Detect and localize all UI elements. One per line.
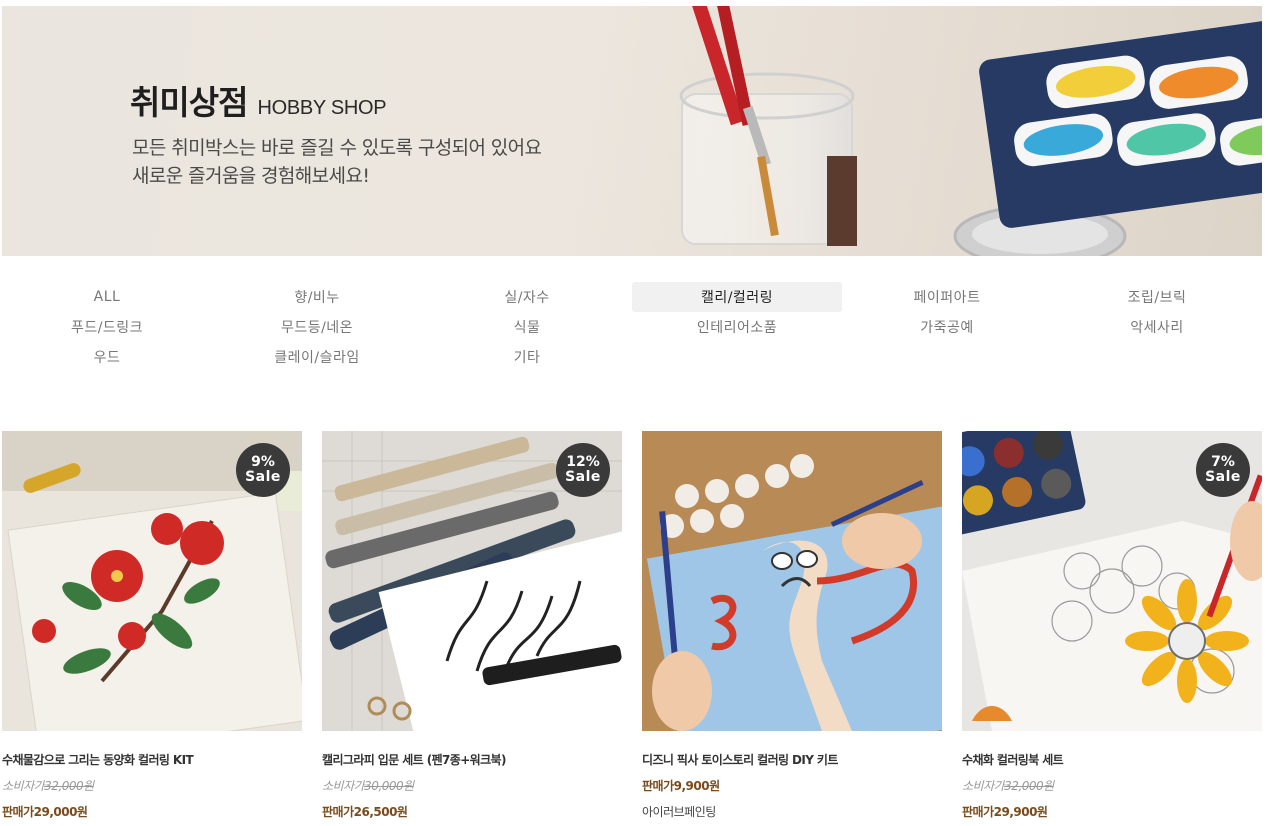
sell-price-label: 판매가 (642, 779, 674, 793)
product-card[interactable]: 9% Sale 수채물감으로 그리는 동양화 컬러링 KIT 소비자가32,00… (2, 431, 302, 819)
sale-badge: 7% Sale (1196, 443, 1250, 497)
product-name[interactable]: 수채화 컬러링북 세트 (962, 751, 1262, 767)
product-image[interactable]: 12% Sale (322, 431, 622, 731)
brand-name[interactable]: 아이러브페인팅 (642, 803, 942, 819)
sell-price-label: 판매가 (962, 805, 994, 819)
product-name[interactable]: 캘리그라피 입문 세트 (펜7종+워크북) (322, 751, 622, 767)
sell-price-value: 9,900원 (673, 779, 721, 793)
banner-subtitle-line2: 새로운 즐거움을 경험해보세요! (132, 165, 370, 187)
category-mood-lamp-neon[interactable]: 무드등/네온 (212, 312, 422, 342)
category-thread-embroidery[interactable]: 실/자수 (422, 282, 632, 312)
product-name[interactable]: 디즈니 픽사 토이스토리 컬러링 DIY 키트 (642, 751, 942, 767)
product-image[interactable] (642, 431, 942, 731)
hero-banner: 취미상점 HOBBY SHOP 모든 취미박스는 바로 즐길 수 있도록 구성되… (2, 6, 1262, 256)
sale-badge-percent: 7% (1211, 454, 1235, 470)
sell-price: 판매가26,500원 (322, 803, 622, 819)
category-interior[interactable]: 인테리어소품 (632, 312, 842, 342)
sale-badge-percent: 9% (251, 454, 275, 470)
sale-badge-label: Sale (565, 469, 601, 485)
product-card[interactable]: 7% Sale 수채화 컬러링북 세트 소비자가32,000원 판매가29,90… (962, 431, 1262, 819)
product-image[interactable]: 9% Sale (2, 431, 302, 731)
consumer-price-label: 소비자가 (962, 779, 1005, 793)
paint-set-illustration (679, 6, 1262, 256)
category-calligraphy-coloring[interactable]: 캘리/컬러링 (632, 282, 842, 312)
banner-subtitle: 모든 취미박스는 바로 즐길 수 있도록 구성되어 있어요 새로운 즐거움을 경… (132, 134, 542, 190)
banner-title: 취미상점 HOBBY SHOP (130, 76, 387, 124)
product-card[interactable]: 12% Sale 캘리그라피 입문 세트 (펜7종+워크북) 소비자가30,00… (322, 431, 622, 819)
sell-price-value: 26,500원 (353, 805, 408, 819)
category-clay-slime[interactable]: 클레이/슬라임 (212, 342, 422, 372)
product-grid: 9% Sale 수채물감으로 그리는 동양화 컬러링 KIT 소비자가32,00… (2, 431, 1262, 819)
banner-title-english: HOBBY SHOP (257, 97, 387, 119)
consumer-price-value: 32,000원 (44, 779, 94, 793)
consumer-price: 소비자가30,000원 (322, 777, 622, 793)
consumer-price-label: 소비자가 (322, 779, 365, 793)
category-etc[interactable]: 기타 (422, 342, 632, 372)
sell-price-value: 29,900원 (993, 805, 1048, 819)
category-wood[interactable]: 우드 (2, 342, 212, 372)
consumer-price: 소비자가32,000원 (962, 777, 1262, 793)
sale-badge-percent: 12% (566, 454, 600, 470)
sell-price-label: 판매가 (2, 805, 34, 819)
category-accessories[interactable]: 악세사리 (1052, 312, 1262, 342)
category-leather[interactable]: 가죽공예 (842, 312, 1052, 342)
consumer-price-value: 32,000원 (1004, 779, 1054, 793)
sell-price: 판매가29,000원 (2, 803, 302, 819)
consumer-price-label: 소비자가 (2, 779, 45, 793)
category-assembly-brick[interactable]: 조립/브릭 (1052, 282, 1262, 312)
sale-badge-label: Sale (1205, 469, 1241, 485)
banner-title-korean: 취미상점 (130, 83, 248, 122)
category-all[interactable]: ALL (2, 282, 212, 312)
product-image[interactable]: 7% Sale (962, 431, 1262, 731)
sale-badge: 12% Sale (556, 443, 610, 497)
consumer-price: 소비자가32,000원 (2, 777, 302, 793)
consumer-price-value: 30,000원 (364, 779, 414, 793)
category-plants[interactable]: 식물 (422, 312, 632, 342)
forky-painting-icon (642, 431, 942, 731)
sell-price-label: 판매가 (322, 805, 354, 819)
banner-subtitle-line1: 모든 취미박스는 바로 즐길 수 있도록 구성되어 있어요 (132, 137, 542, 159)
category-scent-soap[interactable]: 향/비누 (212, 282, 422, 312)
category-paper-art[interactable]: 페이퍼아트 (842, 282, 1052, 312)
product-name[interactable]: 수채물감으로 그리는 동양화 컬러링 KIT (2, 751, 302, 767)
category-food-drink[interactable]: 푸드/드링크 (2, 312, 212, 342)
sell-price: 판매가9,900원 (642, 777, 942, 793)
product-card[interactable]: 디즈니 픽사 토이스토리 컬러링 DIY 키트 판매가9,900원 아이러브페인… (642, 431, 942, 819)
sale-badge: 9% Sale (236, 443, 290, 497)
category-nav: ALL 향/비누 실/자수 캘리/컬러링 페이퍼아트 조립/브릭 푸드/드링크 … (2, 282, 1262, 372)
sell-price: 판매가29,900원 (962, 803, 1262, 819)
sale-badge-label: Sale (245, 469, 281, 485)
sell-price-value: 29,000원 (33, 805, 88, 819)
